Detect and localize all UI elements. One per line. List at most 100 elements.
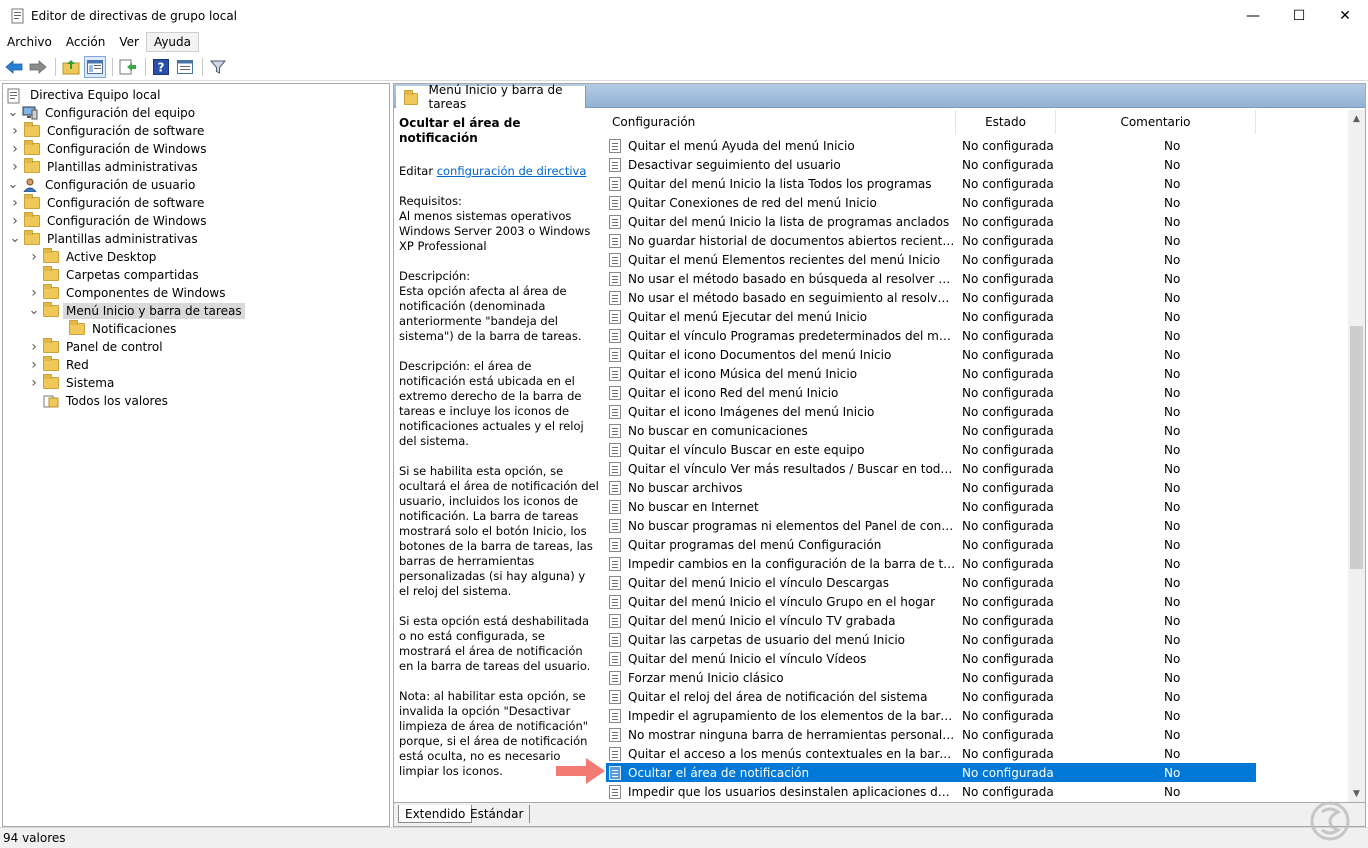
- setting-row[interactable]: No usar el método basado en búsqueda al …: [606, 269, 1256, 288]
- setting-row[interactable]: No guardar historial de documentos abier…: [606, 231, 1256, 250]
- setting-row[interactable]: Quitar el icono Música del menú Inicio No…: [606, 364, 1256, 383]
- forward-button[interactable]: [27, 56, 49, 78]
- edit-policy-link[interactable]: configuración de directiva: [437, 164, 587, 178]
- tree-item[interactable]: Notificaciones: [47, 320, 179, 338]
- setting-row[interactable]: No buscar en comunicaciones No configurad…: [606, 421, 1256, 440]
- setting-row[interactable]: Quitar el icono Documentos del menú Inic…: [606, 345, 1256, 364]
- tree-item[interactable]: › Active Desktop: [28, 248, 159, 266]
- setting-row[interactable]: Quitar programas del menú Configuración N…: [606, 535, 1256, 554]
- expand-chevron-icon[interactable]: ›: [9, 194, 21, 212]
- collapse-chevron-icon[interactable]: ⌄: [28, 302, 40, 320]
- filter-button[interactable]: [207, 56, 229, 78]
- expand-chevron-icon[interactable]: ›: [9, 122, 21, 140]
- setting-row[interactable]: No buscar en Internet No configurada No: [606, 497, 1256, 516]
- policy-setting-icon: [609, 613, 621, 628]
- expand-chevron-icon[interactable]: ›: [28, 248, 40, 266]
- setting-row[interactable]: Forzar menú Inicio clásico No configurada…: [606, 668, 1256, 687]
- setting-row[interactable]: Quitar el icono Imágenes del menú Inicio…: [606, 402, 1256, 421]
- expand-chevron-icon[interactable]: ›: [28, 338, 40, 356]
- setting-row[interactable]: Quitar del menú Inicio el vínculo Grupo …: [606, 592, 1256, 611]
- setting-row[interactable]: Quitar del menú Inicio el vínculo Descar…: [606, 573, 1256, 592]
- tree-item[interactable]: ⌄ Configuración del equipo: [7, 104, 198, 122]
- setting-row[interactable]: Quitar del menú Inicio la lista Todos lo…: [606, 174, 1256, 193]
- setting-row[interactable]: Quitar del menú Inicio la lista de progr…: [606, 212, 1256, 231]
- setting-row[interactable]: Quitar el menú Ayuda del menú Inicio No c…: [606, 136, 1256, 155]
- setting-row[interactable]: No buscar archivos No configurada No: [606, 478, 1256, 497]
- tree-item[interactable]: › Configuración de software: [9, 122, 207, 140]
- setting-row[interactable]: Quitar del menú Inicio el vínculo Vídeos…: [606, 649, 1256, 668]
- expand-chevron-icon[interactable]: ›: [9, 212, 21, 230]
- tree-item-label: Configuración de software: [47, 196, 205, 210]
- column-header-state[interactable]: Estado: [956, 110, 1056, 134]
- setting-row[interactable]: Impedir cambios en la configuración de l…: [606, 554, 1256, 573]
- scroll-up-icon[interactable]: ▲: [1348, 110, 1365, 127]
- tab-extendido[interactable]: Extendido: [398, 805, 473, 823]
- tree-item[interactable]: › Configuración de software: [9, 194, 207, 212]
- collapse-chevron-icon[interactable]: ⌄: [7, 176, 19, 194]
- setting-row[interactable]: Quitar el vínculo Programas predetermina…: [606, 326, 1256, 345]
- menu-ver[interactable]: Ver: [112, 32, 146, 52]
- setting-row[interactable]: No mostrar ninguna barra de herramientas…: [606, 725, 1256, 744]
- tree-item[interactable]: › Panel de control: [28, 338, 166, 356]
- menu-accion[interactable]: Acción: [59, 32, 112, 52]
- setting-row[interactable]: Quitar el icono Red del menú Inicio No co…: [606, 383, 1256, 402]
- tree-item[interactable]: › Configuración de Windows: [9, 212, 209, 230]
- setting-row[interactable]: Quitar Conexiones de red del menú Inicio…: [606, 193, 1256, 212]
- setting-row[interactable]: No buscar programas ni elementos del Pan…: [606, 516, 1256, 535]
- tree-item[interactable]: ⌄ Menú Inicio y barra de tareas: [28, 302, 245, 320]
- collapse-chevron-icon[interactable]: ⌄: [9, 230, 21, 248]
- setting-row[interactable]: Quitar del menú Inicio el vínculo TV gra…: [606, 611, 1256, 630]
- expand-chevron-icon[interactable]: ›: [28, 374, 40, 392]
- expand-chevron-icon[interactable]: ›: [28, 356, 40, 374]
- tree-item[interactable]: ⌄ Plantillas administrativas: [9, 230, 201, 248]
- setting-row[interactable]: Impedir el agrupamiento de los elementos…: [606, 706, 1256, 725]
- tree-item[interactable]: Todos los valores: [28, 392, 171, 410]
- setting-row[interactable]: Quitar el menú Ejecutar del menú Inicio N…: [606, 307, 1256, 326]
- setting-row[interactable]: Quitar el acceso a los menús contextuale…: [606, 744, 1256, 763]
- tree-item[interactable]: › Componentes de Windows: [28, 284, 229, 302]
- setting-row[interactable]: Quitar las carpetas de usuario del menú …: [606, 630, 1256, 649]
- minimize-button[interactable]: —: [1230, 0, 1276, 31]
- expand-chevron-icon[interactable]: ›: [28, 284, 40, 302]
- setting-row[interactable]: Quitar el menú Elementos recientes del m…: [606, 250, 1256, 269]
- tree-item[interactable]: Carpetas compartidas: [28, 266, 202, 284]
- setting-state: No configurada: [962, 271, 1054, 286]
- tree-item[interactable]: › Red: [28, 356, 92, 374]
- setting-row[interactable]: Quitar el reloj del área de notificación…: [606, 687, 1256, 706]
- column-header-configuration[interactable]: Configuración: [606, 110, 956, 134]
- expand-chevron-icon[interactable]: ›: [9, 158, 21, 176]
- setting-row[interactable]: No usar el método basado en seguimiento …: [606, 288, 1256, 307]
- tree-item[interactable]: › Configuración de Windows: [9, 140, 209, 158]
- setting-row[interactable]: Desactivar seguimiento del usuario No con…: [606, 155, 1256, 174]
- menu-archivo[interactable]: Archivo: [0, 32, 59, 52]
- setting-row[interactable]: Ocultar el área de notificación No config…: [606, 763, 1256, 782]
- computer-icon: [22, 106, 38, 120]
- maximize-button[interactable]: ☐: [1276, 0, 1322, 31]
- setting-row[interactable]: Impedir que los usuarios desinstalen apl…: [606, 782, 1256, 801]
- setting-comment: No: [1164, 613, 1181, 628]
- up-level-button[interactable]: [60, 56, 82, 78]
- export-list-button[interactable]: [117, 56, 139, 78]
- collapse-chevron-icon[interactable]: ⌄: [7, 104, 19, 122]
- properties-view-button[interactable]: [174, 56, 196, 78]
- back-button[interactable]: [3, 56, 25, 78]
- tab-estandar[interactable]: Estándar: [464, 805, 531, 823]
- tree-item[interactable]: Directiva Equipo local: [7, 86, 163, 104]
- tree-item[interactable]: ⌄ Configuración de usuario: [7, 176, 198, 194]
- scroll-thumb[interactable]: [1350, 326, 1363, 569]
- setting-row[interactable]: Quitar el vínculo Ver más resultados / B…: [606, 459, 1256, 478]
- show-hide-tree-button[interactable]: [84, 55, 106, 78]
- policy-setting-icon: [609, 765, 621, 780]
- tree-item-label: Configuración del equipo: [45, 106, 196, 120]
- tree-item[interactable]: › Sistema: [28, 374, 117, 392]
- column-header-comment[interactable]: Comentario: [1056, 110, 1256, 134]
- setting-row[interactable]: Quitar el vínculo Buscar en este equipo N…: [606, 440, 1256, 459]
- setting-comment: No: [1164, 233, 1181, 248]
- expand-chevron-icon[interactable]: ›: [9, 140, 21, 158]
- menu-ayuda[interactable]: Ayuda: [145, 32, 200, 52]
- vertical-scrollbar[interactable]: ▲ ▼: [1348, 110, 1365, 802]
- tree-item[interactable]: › Plantillas administrativas: [9, 158, 201, 176]
- help-button[interactable]: ?: [150, 56, 172, 78]
- close-button[interactable]: ✕: [1322, 0, 1368, 31]
- description-text-2: Descripción: el área de notificación est…: [399, 359, 584, 448]
